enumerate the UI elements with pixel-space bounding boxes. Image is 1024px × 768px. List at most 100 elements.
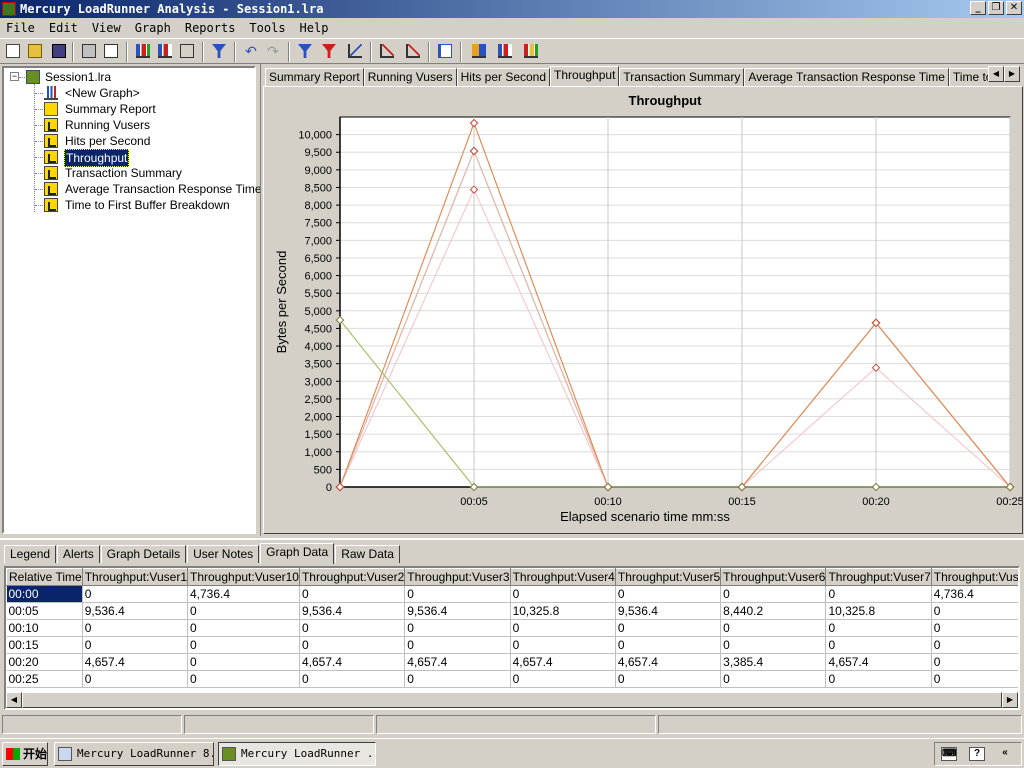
scroll-thumb[interactable] bbox=[22, 692, 1002, 708]
table-cell[interactable]: 0 bbox=[615, 585, 722, 603]
column-header[interactable]: Throughput:Vuser8 bbox=[930, 568, 1018, 586]
scroll-left-button[interactable]: ◀ bbox=[6, 692, 22, 708]
table-cell[interactable]: 4,736.4 bbox=[187, 585, 300, 603]
table-cell[interactable]: 0 bbox=[510, 670, 616, 688]
tab-running-vusers[interactable]: Running Vusers bbox=[363, 68, 457, 86]
table-cell[interactable]: 0 bbox=[299, 636, 406, 654]
word-report-button[interactable] bbox=[496, 42, 514, 60]
merge-graphs-button[interactable] bbox=[346, 42, 364, 60]
column-header[interactable]: Throughput:Vuser3 bbox=[404, 568, 511, 586]
tab-hits-per-second[interactable]: Hits per Second bbox=[456, 68, 551, 86]
grid-horizontal-scrollbar[interactable]: ◀ ▶ bbox=[6, 692, 1018, 708]
table-cell[interactable]: 0 bbox=[82, 670, 189, 688]
table-cell[interactable]: 8,440.2 bbox=[720, 602, 827, 620]
table-cell[interactable]: 00:00 bbox=[6, 585, 83, 603]
table-cell[interactable]: 00:10 bbox=[6, 619, 83, 637]
table-cell[interactable]: 0 bbox=[825, 619, 932, 637]
table-cell[interactable]: 0 bbox=[404, 670, 511, 688]
keyboard-icon[interactable]: ⌨ bbox=[941, 747, 957, 761]
table-cell[interactable]: 9,536.4 bbox=[82, 602, 189, 620]
export-button[interactable] bbox=[178, 42, 196, 60]
table-cell[interactable]: 0 bbox=[931, 670, 1018, 688]
table-cell[interactable]: 4,736.4 bbox=[931, 585, 1018, 603]
table-cell[interactable]: 0 bbox=[510, 619, 616, 637]
table-cell[interactable]: 0 bbox=[720, 636, 827, 654]
scroll-right-button[interactable]: ▶ bbox=[1002, 692, 1018, 708]
table-cell[interactable]: 0 bbox=[510, 585, 616, 603]
table-row[interactable]: 00:10 0 0 0 0 0 0 0 0 0 bbox=[6, 619, 1018, 637]
html-report-button[interactable] bbox=[470, 42, 488, 60]
correlate-button[interactable] bbox=[378, 42, 396, 60]
table-cell[interactable]: 10,325.8 bbox=[510, 602, 616, 620]
save-button[interactable] bbox=[50, 42, 68, 60]
table-cell[interactable]: 4,657.4 bbox=[510, 653, 616, 671]
menu-graph[interactable]: Graph bbox=[135, 18, 171, 38]
table-cell[interactable]: 0 bbox=[82, 585, 189, 603]
table-cell[interactable]: 0 bbox=[299, 619, 406, 637]
clear-filter-button[interactable] bbox=[320, 42, 338, 60]
column-header[interactable]: Throughput:Vuser6 bbox=[720, 568, 827, 586]
open-button[interactable] bbox=[26, 42, 44, 60]
table-cell[interactable]: 10,325.8 bbox=[825, 602, 932, 620]
menu-file[interactable]: File bbox=[6, 18, 35, 38]
column-header[interactable]: Throughput:Vuser7 bbox=[825, 568, 932, 586]
table-cell[interactable]: 0 bbox=[299, 585, 406, 603]
table-row[interactable]: 00:05 9,536.4 0 9,536.4 9,536.4 10,325.8 9,536… bbox=[6, 602, 1018, 620]
table-cell[interactable]: 9,536.4 bbox=[404, 602, 511, 620]
table-cell[interactable]: 0 bbox=[187, 670, 300, 688]
table-cell[interactable]: 0 bbox=[615, 619, 722, 637]
tab-summary-report[interactable]: Summary Report bbox=[265, 68, 364, 86]
auto-correlate-button[interactable] bbox=[404, 42, 422, 60]
column-header[interactable]: Throughput:Vuser4 bbox=[509, 568, 616, 586]
table-cell[interactable]: 00:20 bbox=[6, 653, 83, 671]
menu-tools[interactable]: Tools bbox=[249, 18, 285, 38]
print-preview-button[interactable] bbox=[102, 42, 120, 60]
table-cell[interactable]: 0 bbox=[187, 602, 300, 620]
new-graph-button[interactable] bbox=[134, 42, 152, 60]
menu-reports[interactable]: Reports bbox=[185, 18, 236, 38]
table-cell[interactable]: 4,657.4 bbox=[825, 653, 932, 671]
table-cell[interactable]: 0 bbox=[187, 653, 300, 671]
tab-time-to-first-buffer[interactable]: Time to First Buffer bbox=[948, 68, 991, 86]
taskbar-item-controller[interactable]: Mercury LoadRunner 8.1 bbox=[54, 742, 214, 766]
table-cell[interactable]: 0 bbox=[404, 636, 511, 654]
column-header[interactable]: Relative Time bbox=[6, 568, 83, 586]
tree-collapse-toggle[interactable]: − bbox=[10, 72, 19, 81]
table-cell[interactable]: 0 bbox=[720, 619, 827, 637]
redo-button[interactable]: ↷ bbox=[264, 42, 282, 60]
menu-edit[interactable]: Edit bbox=[49, 18, 78, 38]
close-button[interactable]: ✕ bbox=[1006, 1, 1022, 15]
table-cell[interactable]: 0 bbox=[931, 653, 1018, 671]
tab-user-notes[interactable]: User Notes bbox=[187, 545, 260, 563]
undo-button[interactable]: ↶ bbox=[242, 42, 260, 60]
table-cell[interactable]: 00:15 bbox=[6, 636, 83, 654]
table-cell[interactable]: 0 bbox=[720, 585, 827, 603]
restore-button[interactable]: ❐ bbox=[988, 1, 1004, 15]
column-header[interactable]: Throughput:Vuser10 bbox=[187, 568, 300, 586]
table-cell[interactable]: 0 bbox=[187, 619, 300, 637]
table-cell[interactable]: 00:05 bbox=[6, 602, 83, 620]
tab-transaction-summary[interactable]: Transaction Summary bbox=[619, 68, 745, 86]
table-row[interactable]: 00:20 4,657.4 0 4,657.4 4,657.4 4,657.4 4,657.… bbox=[6, 653, 1018, 671]
table-cell[interactable]: 0 bbox=[510, 636, 616, 654]
table-cell[interactable]: 3,385.4 bbox=[720, 653, 827, 671]
tab-scroll-right-button[interactable]: ▶ bbox=[1004, 66, 1020, 82]
table-cell[interactable]: 0 bbox=[825, 670, 932, 688]
tab-graph-details[interactable]: Graph Details bbox=[100, 545, 187, 563]
graph-button[interactable] bbox=[156, 42, 174, 60]
tab-scroll-left-button[interactable]: ◀ bbox=[988, 66, 1004, 82]
column-header[interactable]: Throughput:Vuser1 bbox=[81, 568, 189, 586]
tab-legend[interactable]: Legend bbox=[4, 545, 57, 563]
table-cell[interactable]: 0 bbox=[825, 585, 932, 603]
table-cell[interactable]: 0 bbox=[931, 602, 1018, 620]
table-cell[interactable]: 9,536.4 bbox=[299, 602, 406, 620]
table-cell[interactable]: 0 bbox=[187, 636, 300, 654]
column-header[interactable]: Throughput:Vuser5 bbox=[614, 568, 722, 586]
table-cell[interactable]: 0 bbox=[299, 670, 406, 688]
set-filter-button[interactable] bbox=[296, 42, 314, 60]
tab-graph-data[interactable]: Graph Data bbox=[260, 543, 335, 564]
table-cell[interactable]: 0 bbox=[931, 619, 1018, 637]
table-row[interactable]: 00:00 0 4,736.4 0 0 0 0 0 0 4,736.4 bbox=[6, 585, 1018, 603]
table-cell[interactable]: 0 bbox=[404, 619, 511, 637]
table-cell[interactable]: 00:25 bbox=[6, 670, 83, 688]
